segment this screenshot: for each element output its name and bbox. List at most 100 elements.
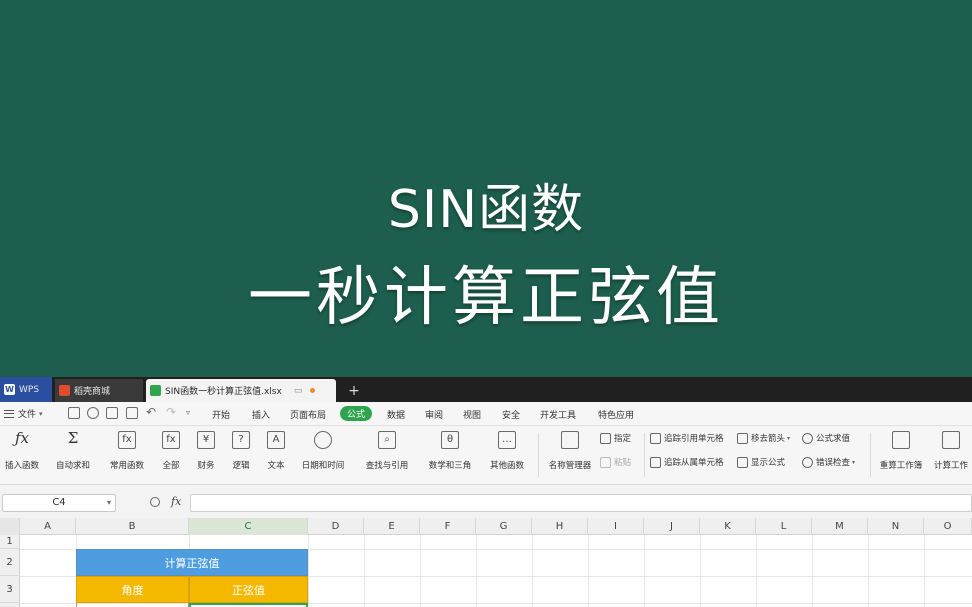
- ribbon-separator: [870, 433, 871, 477]
- all-functions-button[interactable]: fx 全部: [155, 431, 187, 471]
- column-header[interactable]: K: [700, 518, 756, 535]
- text-icon: A: [267, 431, 285, 449]
- menu-special-apps[interactable]: 特色应用: [598, 408, 634, 421]
- show-formulas-button[interactable]: 显示公式: [737, 456, 785, 468]
- more-functions-icon: …: [498, 431, 516, 449]
- table-title-cell[interactable]: 计算正弦值: [76, 549, 308, 576]
- angle-cell[interactable]: [76, 603, 189, 607]
- spreadsheet-grid[interactable]: A B C D E F G H I J K L M N O 1 2 3 计算正弦…: [0, 518, 972, 607]
- column-header[interactable]: O: [924, 518, 972, 535]
- trace-dependents-button[interactable]: 追踪从属单元格: [650, 456, 724, 468]
- define-name-button[interactable]: 指定: [600, 432, 631, 444]
- lookup-reference-label: 查找与引用: [365, 461, 409, 471]
- print-preview-icon[interactable]: [126, 407, 138, 419]
- show-formulas-label: 显示公式: [751, 458, 786, 468]
- row-header[interactable]: 1: [0, 535, 20, 549]
- fx-icon[interactable]: fx: [171, 495, 181, 508]
- active-cell-c4[interactable]: [189, 603, 308, 607]
- show-formulas-icon: [737, 456, 748, 468]
- common-functions-button[interactable]: fx 常用函数: [103, 431, 151, 471]
- column-header[interactable]: L: [756, 518, 812, 535]
- calculation-options-button[interactable]: 计算工作: [930, 431, 972, 471]
- row-header[interactable]: 2: [0, 549, 20, 576]
- menu-insert[interactable]: 插入: [252, 408, 270, 421]
- menu-view[interactable]: 视图: [463, 408, 481, 421]
- column-header[interactable]: I: [588, 518, 644, 535]
- menu-home[interactable]: 开始: [212, 408, 230, 421]
- financial-label: 财务: [197, 461, 215, 471]
- text-functions-button[interactable]: A 文本: [260, 431, 292, 471]
- lookup-reference-button[interactable]: ⌕ 查找与引用: [358, 431, 416, 471]
- logical-button[interactable]: ? 逻辑: [225, 431, 257, 471]
- menu-formulas[interactable]: 公式: [340, 406, 373, 421]
- financial-button[interactable]: ¥ 财务: [190, 431, 222, 471]
- trace-precedents-button[interactable]: 追踪引用单元格: [650, 432, 724, 444]
- formulas-ribbon: ƒx 插入函数 Σ 自动求和 fx 常用函数 fx 全部 ¥ 财务 ? 逻辑 A…: [0, 427, 972, 485]
- column-header[interactable]: G: [476, 518, 532, 535]
- formula-input[interactable]: [190, 494, 972, 512]
- common-functions-label: 常用函数: [109, 461, 144, 471]
- menu-developer[interactable]: 开发工具: [540, 408, 576, 421]
- insert-function-label: 插入函数: [4, 461, 39, 471]
- evaluate-formula-button[interactable]: 公式求值: [802, 432, 850, 444]
- redo-icon[interactable]: ↷: [166, 405, 176, 419]
- paste-name-button[interactable]: 粘贴: [600, 456, 631, 468]
- recalculate-workbook-button[interactable]: 重算工作簿: [875, 431, 927, 471]
- tab-wps-home[interactable]: W WPS: [0, 377, 52, 402]
- insert-function-button[interactable]: ƒx 插入函数: [2, 431, 42, 472]
- column-header[interactable]: E: [364, 518, 420, 535]
- save-icon[interactable]: [68, 407, 80, 419]
- column-header-selected[interactable]: C: [189, 518, 308, 535]
- autosum-button[interactable]: Σ 自动求和: [48, 431, 98, 472]
- tab-docer-store[interactable]: 稻壳商城: [55, 379, 143, 402]
- trace-precedents-icon: [650, 432, 661, 444]
- row-header[interactable]: 3: [0, 576, 20, 603]
- file-menu[interactable]: 文件 ▾: [4, 407, 43, 420]
- other-functions-button[interactable]: … 其他函数: [484, 431, 530, 471]
- name-manager-label: 名称管理器: [548, 461, 592, 471]
- angle-header-cell[interactable]: 角度: [76, 576, 189, 603]
- column-header[interactable]: F: [420, 518, 476, 535]
- paste-icon: [600, 456, 611, 468]
- zoom-icon[interactable]: [150, 497, 160, 507]
- column-header[interactable]: H: [532, 518, 588, 535]
- menu-review[interactable]: 审阅: [425, 408, 443, 421]
- tab-file-label: SIN函数一秒计算正弦值.xlsx: [165, 387, 282, 397]
- math-trig-button[interactable]: θ 数学和三角: [421, 431, 479, 471]
- cloud-icon[interactable]: [87, 407, 99, 419]
- error-check-button[interactable]: 错误检查 ▾: [802, 456, 855, 468]
- column-header[interactable]: D: [308, 518, 364, 535]
- new-tab-button[interactable]: +: [344, 379, 364, 402]
- calculator-icon: [892, 431, 910, 449]
- column-header[interactable]: J: [644, 518, 700, 535]
- column-headers: A B C D E F G H I J K L M N O: [0, 518, 972, 535]
- wps-window: W WPS 稻壳商城 SIN函数一秒计算正弦值.xlsx ▭ + 文件 ▾ ↶ …: [0, 377, 972, 607]
- menu-page-layout[interactable]: 页面布局: [290, 408, 326, 421]
- column-header[interactable]: A: [20, 518, 76, 535]
- menu-security[interactable]: 安全: [502, 408, 520, 421]
- remove-arrows-button[interactable]: 移去箭头 ▾: [737, 432, 790, 444]
- datetime-button[interactable]: 日期和时间: [295, 431, 351, 471]
- gridline: [588, 535, 589, 607]
- text-functions-label: 文本: [267, 461, 285, 471]
- select-all-corner[interactable]: [0, 518, 20, 535]
- print-icon[interactable]: [106, 407, 118, 419]
- column-header[interactable]: M: [812, 518, 868, 535]
- column-header[interactable]: N: [868, 518, 924, 535]
- lookup-icon: ⌕: [378, 431, 396, 449]
- tab-workbook[interactable]: SIN函数一秒计算正弦值.xlsx ▭: [146, 379, 336, 402]
- column-header[interactable]: B: [76, 518, 189, 535]
- chevron-down-icon[interactable]: ▾: [107, 495, 111, 511]
- window-icon[interactable]: ▭: [294, 386, 303, 396]
- name-manager-button[interactable]: 名称管理器: [545, 431, 595, 471]
- name-box[interactable]: C4 ▾: [2, 494, 116, 512]
- name-manager-icon: [561, 431, 579, 449]
- undo-icon[interactable]: ↶: [146, 405, 156, 419]
- sine-header-cell[interactable]: 正弦值: [189, 576, 308, 603]
- recalculate-workbook-label: 重算工作簿: [879, 461, 923, 471]
- customize-icon[interactable]: ▿: [186, 408, 190, 417]
- gridline: [644, 535, 645, 607]
- gridline: [812, 535, 813, 607]
- menu-data[interactable]: 数据: [387, 408, 405, 421]
- row-header[interactable]: [0, 603, 20, 607]
